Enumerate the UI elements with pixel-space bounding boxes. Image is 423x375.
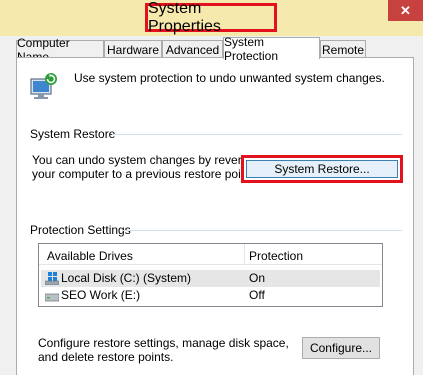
tab-strip: Computer Name Hardware Advanced System P… — [0, 35, 423, 64]
tab-advanced[interactable]: Advanced — [162, 40, 223, 58]
system-restore-description-2: your computer to a previous restore poin… — [32, 167, 255, 181]
windows-drive-icon — [44, 272, 60, 286]
system-restore-heading: System Restore — [30, 127, 116, 141]
close-button[interactable]: ✕ — [388, 0, 423, 21]
configure-button[interactable]: Configure... — [302, 337, 380, 359]
close-icon: ✕ — [400, 2, 411, 18]
section-divider — [122, 230, 402, 231]
tab-computer-name[interactable]: Computer Name — [16, 36, 104, 64]
drives-list[interactable]: Available Drives Protection Local Disk (… — [38, 243, 383, 307]
protection-settings-heading: Protection Settings — [30, 223, 131, 237]
column-header-drives[interactable]: Available Drives — [47, 249, 133, 263]
intro-text: Use system protection to undo unwanted s… — [74, 71, 385, 85]
system-restore-button[interactable]: System Restore... — [241, 155, 403, 183]
section-divider — [112, 134, 402, 135]
drive-name: Local Disk (C:) (System) — [61, 271, 192, 285]
tab-hardware[interactable]: Hardware — [104, 40, 162, 58]
tab-panel — [16, 57, 414, 375]
column-header-protection[interactable]: Protection — [249, 249, 303, 263]
system-protection-icon — [29, 71, 59, 101]
configure-description-1: Configure restore settings, manage disk … — [38, 336, 289, 350]
title-bar: System Properties ✕ — [0, 0, 423, 36]
header-divider — [39, 264, 382, 265]
configure-description-2: and delete restore points. — [38, 350, 174, 364]
window-title: System Properties — [145, 0, 277, 35]
column-separator — [244, 244, 245, 264]
drive-icon — [44, 291, 60, 303]
system-restore-description-1: You can undo system changes by reverting — [32, 153, 262, 167]
drive-name[interactable]: SEO Work (E:) — [61, 288, 140, 302]
drive-protection-status: Off — [249, 288, 265, 302]
drive-protection-status: On — [249, 271, 266, 285]
system-restore-button-label: System Restore... — [246, 160, 398, 178]
tab-remote[interactable]: Remote — [320, 40, 366, 58]
tab-system-protection[interactable]: System Protection — [223, 35, 320, 63]
